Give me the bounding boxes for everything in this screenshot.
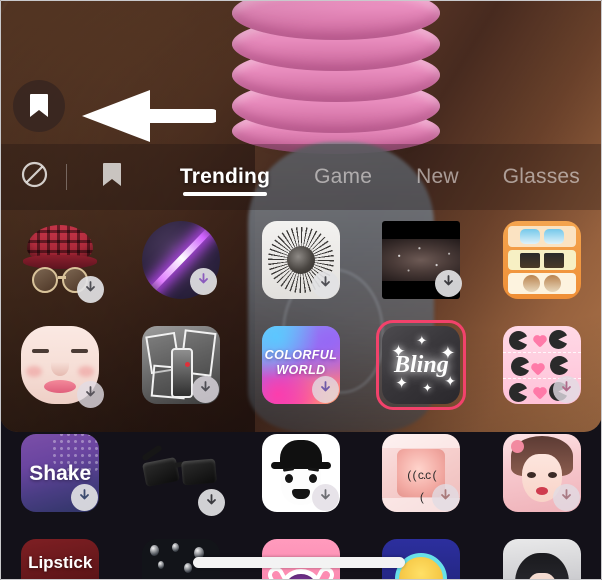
download-badge[interactable]	[191, 376, 219, 403]
sticker-item-pink-diamond[interactable]: ( ( c.c ( (	[361, 425, 481, 530]
download-arrow-icon	[560, 380, 573, 399]
colorful-world-label: COLORFUL WORLD	[262, 348, 340, 378]
sticker-item-lipstick[interactable]: Lipstick	[0, 530, 120, 580]
download-badge[interactable]	[311, 484, 339, 511]
sticker-thumbnail	[140, 434, 225, 516]
bling-art: ✦ ✦ ✦ ✦ ✦ ✦ Bling	[382, 326, 461, 404]
sticker-thumbnail	[141, 326, 220, 404]
tab-trending[interactable]: Trending	[158, 144, 292, 210]
lipstick-art: Lipstick	[21, 539, 100, 580]
sticker-row	[0, 212, 602, 317]
sticker-item-sunglasses-pack[interactable]	[482, 212, 602, 317]
sticker-item-raindrop[interactable]: Raindrop	[120, 530, 240, 580]
tab-label: Glasses	[502, 164, 580, 188]
tab-active-underline	[182, 192, 267, 196]
sparkle-icon: ✦	[422, 381, 433, 395]
download-arrow-icon	[319, 488, 332, 507]
dark-hair-art	[502, 539, 581, 580]
annotation-highlight-bar	[193, 557, 405, 568]
diamond-face-label: ( ( c.c ( (	[407, 468, 436, 504]
sticker-thumbnail	[21, 326, 105, 408]
label-line-2: WORLD	[276, 363, 326, 377]
sticker-thumbnail	[261, 221, 340, 299]
bling-label: Bling	[394, 352, 449, 378]
sticker-item-beauty-girl[interactable]	[482, 425, 602, 530]
sticker-thumbnail	[502, 539, 581, 580]
label-line-1: COLORFUL	[264, 348, 338, 362]
bookmark-icon	[28, 93, 50, 119]
sticker-item-pink-eye[interactable]	[241, 530, 361, 580]
shake-label: Shake	[29, 462, 92, 485]
sticker-item-bling[interactable]: ✦ ✦ ✦ ✦ ✦ ✦ Bling	[361, 317, 481, 422]
sticker-item-colorful-world[interactable]: COLORFUL WORLD	[241, 317, 361, 422]
download-badge[interactable]	[77, 276, 105, 303]
no-effect-icon	[21, 161, 48, 193]
sticker-item-black-sunglasses[interactable]	[120, 425, 240, 530]
download-badge[interactable]	[71, 484, 99, 511]
download-badge[interactable]	[311, 271, 339, 298]
sticker-thumbnail: ( ( c.c ( (	[382, 434, 461, 512]
download-arrow-icon	[84, 280, 97, 299]
sticker-thumbnail	[21, 221, 105, 303]
favorites-button[interactable]	[13, 80, 65, 132]
sunglasses-pack-art	[502, 221, 581, 299]
sticker-item-shake[interactable]: Shake	[0, 425, 120, 530]
download-arrow-icon	[439, 488, 452, 507]
favorites-tab-button[interactable]	[91, 156, 131, 198]
sticker-item-dark-hair[interactable]	[482, 530, 602, 580]
sticker-item-sunflower[interactable]	[241, 212, 361, 317]
tab-glasses[interactable]: Glasses	[481, 144, 602, 210]
download-badge[interactable]	[189, 268, 217, 295]
sticker-thumbnail: Shake	[21, 434, 100, 512]
tab-list: Trending Game New Glasses	[158, 144, 602, 210]
bookmark-icon	[101, 162, 123, 193]
sticker-item-plaid-beret[interactable]	[0, 212, 120, 317]
sticker-thumbnail	[502, 434, 581, 512]
download-badge[interactable]	[77, 381, 105, 408]
lipstick-label: Lipstick	[28, 553, 93, 572]
download-badge[interactable]	[197, 489, 225, 516]
tab-label: Trending	[179, 164, 271, 188]
sticker-thumbnail	[502, 221, 581, 299]
sticker-thumbnail: ✦ ✦ ✦ ✦ ✦ ✦ Bling	[382, 326, 461, 404]
download-arrow-icon	[319, 275, 332, 294]
sticker-item-pink-pac[interactable]	[482, 317, 602, 422]
sticker-row: COLORFUL WORLD ✦ ✦ ✦ ✦ ✦ ✦ Bling	[0, 317, 602, 422]
sticker-thumbnail	[502, 326, 581, 404]
sticker-item-no-face[interactable]	[0, 317, 120, 422]
tab-label: New	[416, 164, 459, 188]
download-arrow-icon	[319, 380, 332, 399]
download-badge[interactable]	[311, 376, 339, 403]
download-arrow-icon	[205, 493, 218, 512]
category-tabbar: Trending Game New Glasses	[0, 144, 602, 210]
download-badge[interactable]	[434, 270, 462, 297]
download-arrow-icon	[199, 380, 212, 399]
download-badge[interactable]	[552, 376, 580, 403]
tabbar-divider	[66, 164, 68, 190]
sticker-row-partial: Lipstick Raindrop	[0, 530, 602, 580]
sticker-grid: COLORFUL WORLD ✦ ✦ ✦ ✦ ✦ ✦ Bling Shake (…	[0, 212, 602, 580]
tab-new[interactable]: New	[394, 144, 481, 210]
sticker-item-galaxy[interactable]	[361, 212, 481, 317]
download-badge[interactable]	[552, 484, 580, 511]
sticker-thumbnail: Lipstick	[21, 539, 100, 580]
sparkle-icon: ✦	[416, 333, 428, 348]
no-effect-button[interactable]	[14, 156, 54, 198]
app-root: Trending Game New Glasses COLORFUL WORLD…	[0, 0, 602, 580]
download-arrow-icon	[442, 274, 455, 293]
sticker-thumbnail: COLORFUL WORLD	[261, 326, 340, 404]
sticker-item-blue-halo[interactable]	[361, 530, 481, 580]
sticker-item-city-frames[interactable]	[120, 317, 240, 422]
download-arrow-icon	[560, 488, 573, 507]
sticker-item-neon-beam[interactable]	[120, 212, 240, 317]
sticker-item-chaplin[interactable]	[241, 425, 361, 530]
download-arrow-icon	[84, 385, 97, 404]
tab-label: Game	[314, 164, 373, 188]
tab-game[interactable]: Game	[292, 144, 394, 210]
sticker-row: Shake ((c.c ((	[0, 425, 602, 530]
download-arrow-icon	[197, 272, 210, 291]
download-arrow-icon	[78, 488, 91, 507]
sticker-thumbnail	[261, 434, 340, 512]
